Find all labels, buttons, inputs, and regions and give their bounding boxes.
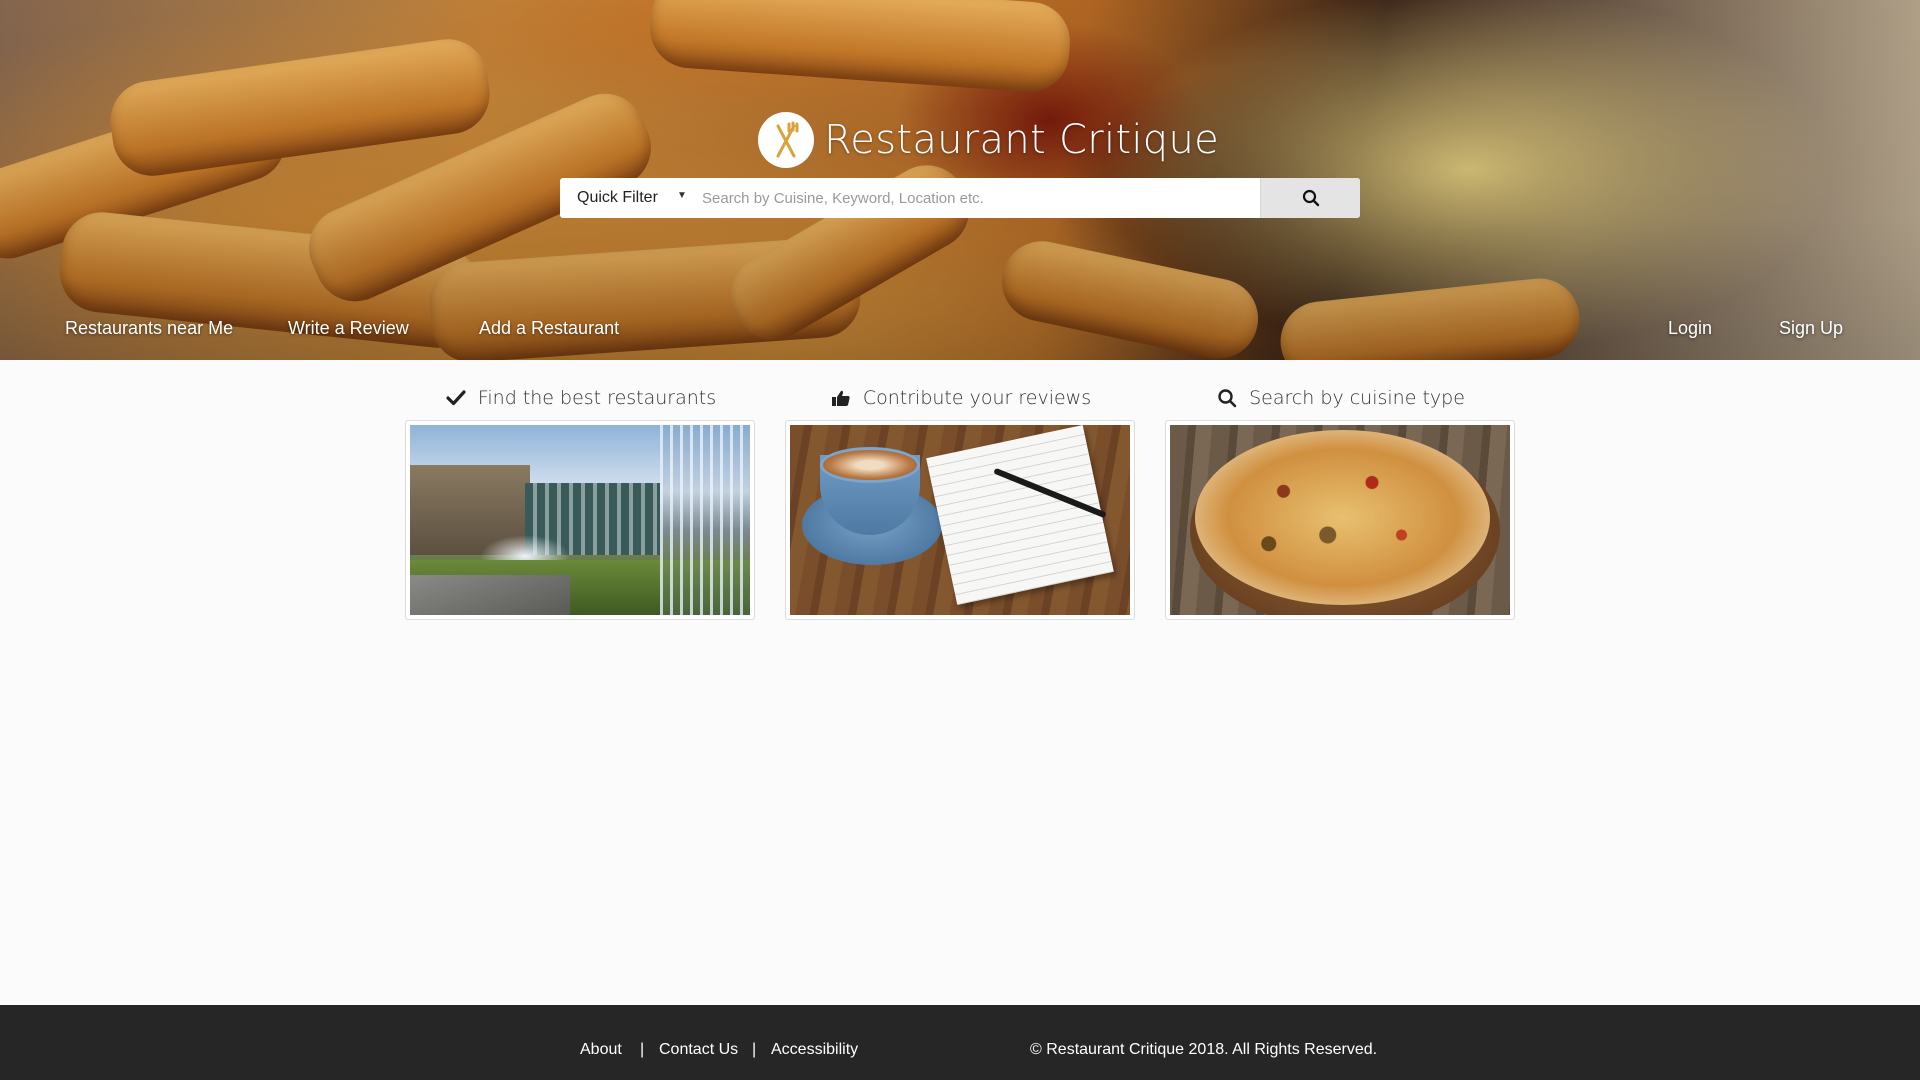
search-bar: Quick Filter ▼ bbox=[560, 178, 1360, 218]
nav-add-a-restaurant[interactable]: Add a Restaurant bbox=[479, 318, 619, 344]
feature-image-coffee bbox=[785, 420, 1135, 620]
search-icon bbox=[1217, 388, 1237, 408]
nav-sign-up[interactable]: Sign Up bbox=[1779, 318, 1843, 344]
search-icon bbox=[1302, 189, 1319, 207]
hero-banner: Restaurant Critique Quick Filter ▼ Resta… bbox=[0, 0, 1920, 360]
feature-image-city bbox=[405, 420, 755, 620]
search-input[interactable] bbox=[688, 178, 1260, 218]
feature-contribute-reviews: Contribute your reviews bbox=[785, 382, 1137, 620]
quick-filter-label: Quick Filter bbox=[577, 189, 658, 206]
footer-link-accessibility[interactable]: Accessibility bbox=[771, 1041, 858, 1059]
feature-title: Contribute your reviews bbox=[862, 387, 1092, 409]
nav-write-a-review[interactable]: Write a Review bbox=[288, 318, 409, 344]
check-icon bbox=[446, 389, 466, 407]
brand[interactable]: Restaurant Critique bbox=[758, 110, 1219, 170]
feature-title: Search by cuisine type bbox=[1249, 387, 1465, 409]
footer-separator: | bbox=[752, 1041, 757, 1058]
feature-find-restaurants: Find the best restaurants bbox=[405, 382, 757, 620]
brand-name: Restaurant Critique bbox=[824, 117, 1220, 163]
footer: About | Contact Us | Accessibility © Res… bbox=[0, 1005, 1920, 1080]
quick-filter-select[interactable]: Quick Filter ▼ bbox=[560, 178, 688, 218]
copyright-text: © Restaurant Critique 2018. All Rights R… bbox=[1030, 1041, 1378, 1058]
nav-restaurants-near-me[interactable]: Restaurants near Me bbox=[65, 318, 233, 344]
dropdown-caret-icon: ▼ bbox=[677, 190, 687, 201]
feature-search-cuisine: Search by cuisine type bbox=[1165, 382, 1517, 620]
nav-login[interactable]: Login bbox=[1668, 318, 1712, 344]
footer-separator: | bbox=[640, 1041, 645, 1058]
feature-title: Find the best restaurants bbox=[477, 387, 717, 409]
footer-link-contact-us[interactable]: Contact Us bbox=[659, 1041, 738, 1059]
search-button[interactable] bbox=[1260, 178, 1360, 218]
feature-image-pizza bbox=[1165, 420, 1515, 620]
footer-link-about[interactable]: About bbox=[580, 1041, 622, 1059]
thumbs-up-icon bbox=[831, 389, 851, 407]
fork-knife-logo-icon bbox=[758, 112, 814, 168]
